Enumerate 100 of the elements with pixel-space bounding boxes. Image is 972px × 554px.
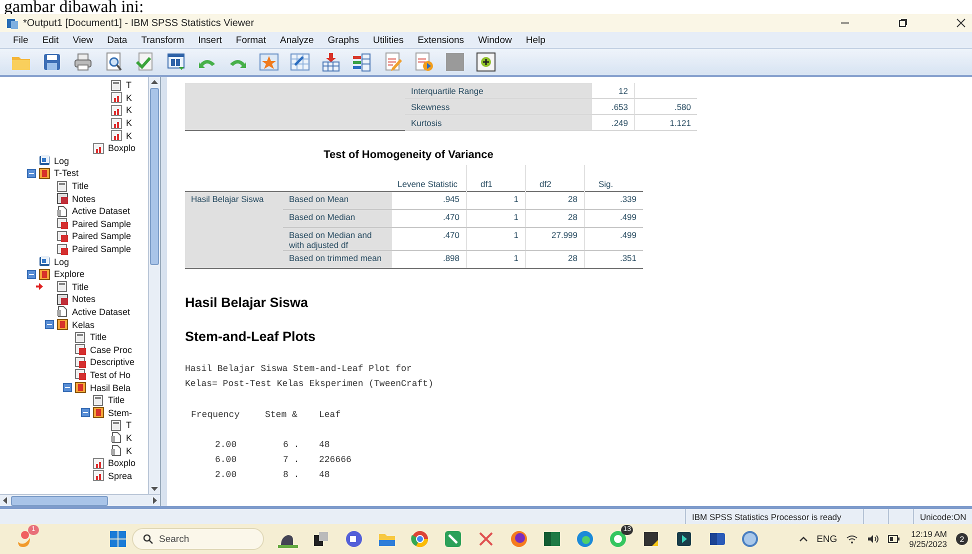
- menu-item[interactable]: Extensions: [410, 34, 472, 46]
- menu-item[interactable]: Edit: [35, 34, 66, 46]
- outline-item[interactable]: Stem-: [107, 408, 134, 418]
- table-cell: 28: [525, 192, 584, 210]
- section-heading: Hasil Belajar Siswa: [185, 295, 310, 310]
- leaf-value: 226666: [319, 454, 352, 467]
- outline-item[interactable]: Log: [53, 156, 70, 166]
- outline-item[interactable]: Active Dataset: [71, 206, 132, 216]
- outline-item[interactable]: Paired Sample: [71, 244, 132, 254]
- menu-item[interactable]: Format: [228, 34, 273, 46]
- outline-item[interactable]: K: [125, 118, 134, 128]
- leaf-value: 48: [319, 469, 331, 482]
- table-cell: 12: [592, 83, 634, 98]
- table-cell: .499: [584, 228, 642, 250]
- search-field[interactable]: Search: [132, 528, 264, 550]
- table-cell: .945: [392, 192, 466, 210]
- menu-item[interactable]: Graphs: [320, 34, 366, 46]
- menu-item[interactable]: Window: [471, 34, 519, 46]
- plot-title-line: Kelas= Post-Test Kelas Eksperimen (TweenCraft): [185, 378, 434, 391]
- outline-item[interactable]: Sprea: [107, 470, 134, 481]
- outline-item[interactable]: Title: [107, 395, 126, 406]
- outline-item[interactable]: K: [125, 92, 134, 103]
- table-title: Test of Homogeneity of Variance: [322, 148, 494, 163]
- frequency-value: 2.00: [214, 439, 238, 452]
- menu-item[interactable]: Insert: [191, 34, 229, 46]
- language-indicator[interactable]: ENG: [816, 534, 838, 544]
- table-cell: .470: [392, 228, 466, 250]
- row-label: Based on trimmed mean: [283, 250, 392, 268]
- outline-item[interactable]: Notes: [71, 194, 97, 204]
- stem-value: 6 .: [282, 439, 300, 452]
- outline-item[interactable]: Hasil Bela: [89, 382, 132, 393]
- window-title: *Output1 [Document1] - IBM SPSS Statistics Viewer: [23, 18, 254, 28]
- frequency-value: 6.00: [214, 454, 238, 467]
- stem-value: 7 .: [282, 454, 300, 467]
- table-cell: 27.999: [525, 228, 584, 250]
- table-cell: .339: [584, 192, 642, 210]
- menu-item[interactable]: File: [6, 34, 36, 46]
- menu-item[interactable]: Analyze: [272, 34, 321, 46]
- outline-item[interactable]: T: [125, 420, 132, 430]
- outline-item[interactable]: Explore: [53, 269, 86, 280]
- clock[interactable]: 12:19 AM 9/25/2023: [909, 529, 947, 549]
- outline-item[interactable]: Kelas: [71, 320, 96, 330]
- outline-item[interactable]: K: [125, 130, 134, 141]
- table-cell: 1: [466, 210, 525, 228]
- outline-item[interactable]: Boxplo: [107, 458, 137, 468]
- table-cell: .653: [592, 98, 634, 114]
- column-header: Sig.: [584, 165, 642, 192]
- outline-item[interactable]: Case Proc: [89, 344, 134, 355]
- row-group-label: Hasil Belajar Siswa: [185, 192, 283, 268]
- notification-count[interactable]: 2: [956, 533, 968, 545]
- table-cell: 1: [466, 250, 525, 268]
- outline-item[interactable]: Active Dataset: [71, 306, 132, 317]
- table-cell: .249: [592, 114, 634, 130]
- row-label: Kurtosis: [405, 114, 592, 130]
- outline-item[interactable]: Title: [89, 332, 108, 342]
- table-cell: 28: [525, 250, 584, 268]
- leaf-value: 48: [319, 439, 331, 452]
- row-label: Interquartile Range: [405, 83, 592, 98]
- outline-item[interactable]: Descriptive: [89, 357, 136, 368]
- stem-value: 8 .: [282, 469, 300, 482]
- plot-column-header: Leaf: [319, 409, 342, 422]
- column-header: df1: [466, 165, 525, 192]
- column-header: df2: [525, 165, 584, 192]
- menu-item[interactable]: Data: [100, 34, 134, 46]
- frequency-value: 2.00: [214, 469, 238, 482]
- row-label: Based on Median: [283, 210, 392, 228]
- table-cell: 1: [466, 192, 525, 210]
- plot-column-header: Frequency: [191, 409, 241, 422]
- outline-item[interactable]: T-Test: [53, 168, 80, 178]
- outline-item[interactable]: Boxplo: [107, 143, 137, 154]
- table-cell: 1: [466, 228, 525, 250]
- outline-item[interactable]: T: [125, 80, 132, 90]
- menu-item[interactable]: Utilities: [366, 34, 411, 46]
- outline-item[interactable]: K: [125, 105, 134, 116]
- outline-item[interactable]: Test of Ho: [89, 370, 132, 380]
- menu-item[interactable]: Help: [518, 34, 552, 46]
- row-label: Based on Median and with adjusted df: [283, 228, 392, 250]
- outline-item[interactable]: Title: [71, 282, 90, 292]
- table-cell: .898: [392, 250, 466, 268]
- menu-item[interactable]: View: [66, 34, 100, 46]
- table-cell: .351: [584, 250, 642, 268]
- table-cell: .470: [392, 210, 466, 228]
- outline-item[interactable]: Title: [71, 181, 90, 192]
- outline-item[interactable]: K: [125, 446, 134, 456]
- row-label: Skewness: [405, 98, 592, 114]
- row-label: Based on Mean: [283, 192, 392, 210]
- outline-item[interactable]: Paired Sample: [71, 218, 132, 229]
- plot-title-line: Hasil Belajar Siswa Stem-and-Leaf Plot for: [185, 363, 413, 376]
- outline-item[interactable]: Notes: [71, 294, 97, 304]
- outline-item[interactable]: Paired Sample: [71, 231, 132, 242]
- table-cell: .580: [634, 98, 697, 114]
- section-heading: Stem-and-Leaf Plots: [185, 329, 317, 344]
- menu-item[interactable]: Transform: [134, 34, 192, 46]
- plot-column-header: Stem &: [265, 409, 298, 422]
- document-caption: gambar dibawah ini:: [3, 0, 145, 14]
- column-header: Levene Statistic: [392, 165, 466, 192]
- outline-item[interactable]: Log: [53, 256, 70, 267]
- table-cell: 1.121: [634, 114, 697, 130]
- outline-item[interactable]: K: [125, 432, 134, 443]
- table-cell: .499: [584, 210, 642, 228]
